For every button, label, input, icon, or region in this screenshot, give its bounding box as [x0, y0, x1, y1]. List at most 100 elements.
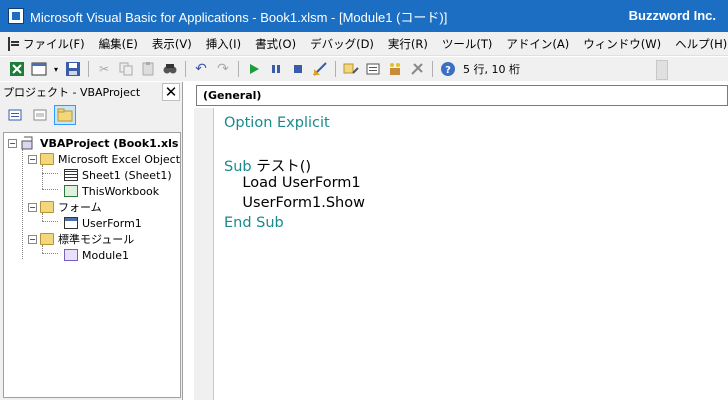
paste-icon[interactable] — [139, 60, 157, 78]
module-icon — [64, 249, 78, 261]
toolbox-icon[interactable] — [408, 60, 426, 78]
excel-view-icon[interactable] — [8, 60, 26, 78]
tree-item-label: VBAProject (Book1.xls — [40, 136, 179, 150]
tree-connector — [42, 165, 43, 189]
design-mode-icon[interactable] — [311, 60, 329, 78]
menu-debug[interactable]: デバッグ(D) — [303, 36, 381, 52]
collapse-icon[interactable]: − — [8, 138, 17, 148]
tree-item-userform1[interactable]: UserForm1 — [64, 215, 142, 231]
tree-item-label: Sheet1 (Sheet1) — [82, 168, 172, 182]
brand-label: Buzzword Inc. — [628, 8, 716, 23]
menu-file[interactable]: ファイル(F) — [16, 36, 92, 52]
menu-addins[interactable]: アドイン(A) — [499, 36, 576, 52]
tree-connector — [22, 149, 23, 259]
collapse-icon[interactable]: − — [28, 154, 37, 164]
code-line[interactable]: Option Explicit — [224, 115, 330, 131]
stop-icon[interactable] — [289, 60, 307, 78]
tree-item-sheet1[interactable]: Sheet1 (Sheet1) — [64, 167, 172, 183]
find-icon[interactable] — [161, 60, 179, 78]
tree-item-label: Microsoft Excel Object — [58, 152, 181, 166]
menu-window[interactable]: ウィンドウ(W) — [576, 36, 668, 52]
folder-icon — [40, 153, 54, 165]
menu-tools[interactable]: ツール(T) — [435, 36, 500, 52]
tree-connector — [42, 221, 58, 222]
userform-icon — [64, 217, 78, 229]
project-explorer-header: プロジェクト - VBAProject ✕ — [0, 82, 182, 102]
svg-text:?: ? — [445, 65, 451, 76]
code-window: (General) Option Explicit Sub テスト() Load… — [186, 82, 728, 400]
menu-insert[interactable]: 挿入(I) — [199, 36, 248, 52]
copy-icon[interactable] — [117, 60, 135, 78]
toolbar-overflow-button[interactable] — [656, 60, 668, 80]
tree-item-label: フォーム — [58, 201, 102, 214]
folder-icon — [40, 201, 54, 213]
run-icon[interactable] — [245, 60, 263, 78]
view-object-icon[interactable] — [29, 105, 51, 125]
toggle-folders-icon[interactable] — [54, 105, 76, 125]
code-line[interactable]: Load UserForm1 — [224, 175, 360, 191]
menu-help[interactable]: ヘルプ(H) — [668, 36, 728, 52]
tree-item-label: UserForm1 — [82, 216, 142, 230]
tree-item-label: 標準モジュール — [58, 233, 135, 246]
toolbar-separator — [432, 61, 433, 77]
object-dropdown[interactable]: (General) — [196, 85, 728, 106]
tree-item-label: Module1 — [82, 248, 129, 262]
toolbar-separator — [238, 61, 239, 77]
insert-userform-icon[interactable] — [30, 60, 48, 78]
menu-format[interactable]: 書式(O) — [248, 36, 303, 52]
title-bar: Microsoft Visual Basic for Applications … — [0, 0, 728, 32]
tree-item-label: ThisWorkbook — [82, 184, 160, 198]
toolbar-separator — [335, 61, 336, 77]
tree-connector — [42, 253, 58, 254]
tree-item-standard-modules[interactable]: − 標準モジュール — [28, 231, 134, 247]
redo-icon[interactable]: ↷ — [214, 60, 232, 78]
tree-item-excel-objects[interactable]: − Microsoft Excel Object — [28, 151, 180, 167]
cursor-position: 5 行, 10 桁 — [463, 63, 520, 76]
code-line[interactable]: Sub テスト() — [224, 155, 311, 176]
code-line[interactable]: UserForm1.Show — [224, 195, 365, 211]
cut-icon[interactable]: ✂ — [95, 60, 113, 78]
margin-indicator-bar[interactable] — [194, 108, 214, 400]
tree-connector — [42, 173, 58, 174]
menu-edit[interactable]: 編集(E) — [92, 36, 145, 52]
project-explorer-icon[interactable] — [342, 60, 360, 78]
code-text: テスト() — [251, 159, 312, 175]
worksheet-icon — [64, 169, 78, 181]
menu-run[interactable]: 実行(R) — [381, 36, 435, 52]
tree-item-vbaproject[interactable]: − VBAProject (Book1.xls — [8, 135, 178, 151]
dropdown-arrow-icon[interactable]: ▾ — [52, 60, 60, 78]
view-code-icon[interactable] — [4, 105, 26, 125]
project-explorer-panel: プロジェクト - VBAProject ✕ − VBAProject (Book… — [0, 82, 183, 400]
menu-bar: ファイル(F) 編集(E) 表示(V) 挿入(I) 書式(O) デバッグ(D) … — [0, 32, 728, 56]
tree-item-forms[interactable]: − フォーム — [28, 199, 102, 215]
collapse-icon[interactable]: − — [28, 234, 37, 244]
object-browser-icon[interactable] — [386, 60, 404, 78]
project-explorer-toolbar — [0, 102, 182, 128]
tree-connector — [42, 189, 58, 190]
undo-icon[interactable]: ↶ — [192, 60, 210, 78]
toolbar-empty-area — [670, 57, 728, 81]
help-icon[interactable]: ? — [439, 60, 457, 78]
save-icon[interactable] — [64, 60, 82, 78]
code-editor[interactable]: Option Explicit Sub テスト() Load UserForm1… — [186, 108, 728, 400]
collapse-icon[interactable]: − — [28, 202, 37, 212]
standard-toolbar: ▾ ✂ ↶ ↷ ? 5 行, 10 桁 — [0, 57, 670, 81]
folder-icon — [40, 233, 54, 245]
menu-view[interactable]: 表示(V) — [145, 36, 199, 52]
tree-item-module1[interactable]: Module1 — [64, 247, 129, 263]
window-title: Microsoft Visual Basic for Applications … — [30, 9, 448, 25]
vba-app-icon — [8, 8, 24, 24]
workbook-icon — [64, 185, 78, 197]
toolbar-separator — [88, 61, 89, 77]
project-tree: − VBAProject (Book1.xls − Microsoft Exce… — [3, 132, 181, 398]
code-line[interactable]: End Sub — [224, 215, 284, 231]
pause-icon[interactable] — [267, 60, 285, 78]
close-icon[interactable]: ✕ — [162, 83, 180, 101]
project-explorer-title: プロジェクト - VBAProject — [3, 86, 141, 99]
properties-icon[interactable] — [364, 60, 382, 78]
toolbar-separator — [185, 61, 186, 77]
document-icon[interactable] — [8, 36, 19, 51]
tree-item-thisworkbook[interactable]: ThisWorkbook — [64, 183, 159, 199]
vbaproject-icon — [21, 136, 33, 150]
code-keyword: Sub — [224, 159, 252, 175]
